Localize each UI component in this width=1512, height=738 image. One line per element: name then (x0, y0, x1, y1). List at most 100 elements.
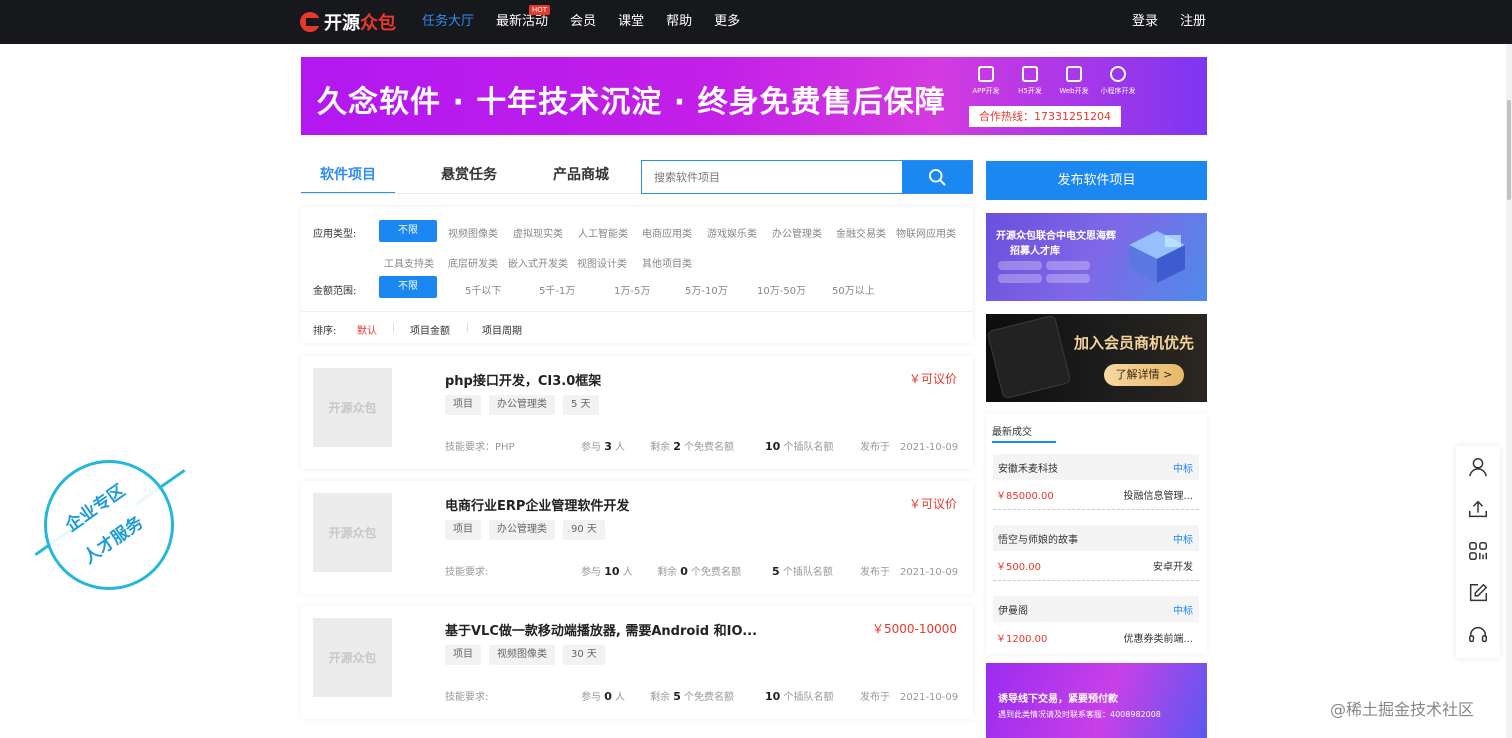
amount-option[interactable]: 5千-1万 (539, 282, 575, 297)
app-type-option[interactable]: 物联网应用类 (896, 225, 956, 240)
amount-option[interactable]: 1万-5万 (614, 282, 650, 297)
search-input[interactable] (642, 161, 902, 193)
deal-price: ￥500.00 (996, 562, 1041, 573)
amount-option[interactable]: 5千以下 (465, 282, 501, 297)
project-tag: 项目 (445, 395, 481, 415)
project-card[interactable]: 开源众包 php接口开发，CI3.0框架 ￥可议价 项目 办公管理类 5 天 技… (301, 356, 973, 469)
service-label: Web开发 (1059, 87, 1089, 95)
meta-number: 5 (772, 565, 780, 578)
upload-button[interactable] (1456, 488, 1500, 530)
amount-option[interactable]: 不限 (379, 276, 437, 298)
project-thumbnail: 开源众包 (313, 493, 392, 572)
project-tags: 项目 视频图像类 30 天 (445, 645, 613, 665)
deal-header: 伊曼阁 中标 (993, 596, 1199, 622)
app-type-option[interactable]: 其他项目类 (642, 255, 692, 270)
logo-text: 开源 (324, 13, 360, 34)
nav-item-more[interactable]: 更多 (714, 0, 740, 44)
project-participants: 参与 0 人 (581, 688, 625, 703)
nav-item-classroom[interactable]: 课堂 (618, 0, 644, 44)
sort-label: 排序: (313, 326, 337, 337)
deal-price: ￥1200.00 (996, 633, 1048, 645)
app-type-option[interactable]: 游戏娱乐类 (707, 225, 757, 240)
hot-badge: HOT (528, 5, 551, 15)
meta-text: 参与 (581, 567, 601, 578)
app-type-option[interactable]: 电商应用类 (642, 225, 692, 240)
scrollbar-thumb[interactable] (1507, 100, 1511, 200)
qr-code-button[interactable] (1456, 530, 1500, 572)
project-title[interactable]: 基于VLC做一款移动端播放器, 需要Android 和IO... (445, 620, 757, 639)
edit-button[interactable] (1456, 572, 1500, 614)
app-type-option[interactable]: 工具支持类 (384, 255, 434, 270)
publish-project-button[interactable]: 发布软件项目 (986, 161, 1207, 200)
project-title[interactable]: php接口开发，CI3.0框架 (445, 370, 601, 389)
ad-heading: 加入会员商机优先 (1074, 334, 1195, 352)
project-skills: 技能要求: (445, 692, 489, 703)
nav-item-task-hall[interactable]: 任务大厅 (422, 0, 474, 44)
banner-headline: 久念软件 · 十年技术沉淀 · 终身免费售后保障 (317, 85, 946, 120)
meta-number: 10 (604, 565, 620, 578)
search-button[interactable] (902, 161, 972, 193)
customer-service-button[interactable] (1456, 614, 1500, 656)
app-type-option[interactable]: 金融交易类 (836, 225, 886, 240)
talent-pool-ad[interactable]: 开源众包联合中电文思海辉 招募人才库 (986, 213, 1207, 301)
sort-option-duration[interactable]: 项目周期 (482, 322, 522, 337)
amount-option[interactable]: 50万以上 (832, 282, 875, 297)
enterprise-zone-badge[interactable]: 企业专区 人才服务 (30, 446, 190, 606)
scrollbar[interactable] (1506, 44, 1512, 738)
amount-option[interactable]: 10万-50万 (757, 282, 806, 297)
site-logo[interactable]: 开源 众包 (300, 10, 396, 34)
project-tags: 项目 办公管理类 5 天 (445, 395, 607, 415)
deal-item[interactable]: 安徽禾麦科技 中标 ￥85000.00 投融信息管理... (993, 454, 1199, 510)
project-thumbnail: 开源众包 (313, 618, 392, 697)
tab-bounty-tasks[interactable]: 悬赏任务 (413, 160, 525, 194)
meta-text: 剩余 (657, 567, 677, 578)
project-tag: 30 天 (563, 645, 605, 665)
app-type-option[interactable]: 视频图像类 (448, 225, 498, 240)
service-web: Web开发 (1054, 66, 1094, 96)
deal-item[interactable]: 伊曼阁 中标 ￥1200.00 优惠券类前端... (993, 596, 1199, 652)
learn-more-button[interactable]: 了解详情 > (1104, 364, 1184, 386)
app-type-option[interactable]: 人工智能类 (578, 225, 628, 240)
deal-header: 悟空与师娘的故事 中标 (993, 525, 1199, 551)
user-icon (1469, 458, 1487, 477)
deal-description: 投融信息管理... (1123, 491, 1193, 502)
nav-item-latest-events[interactable]: 最新活动 HOT (496, 0, 551, 44)
tab-software-projects[interactable]: 软件项目 (301, 160, 395, 194)
project-card[interactable]: 开源众包 基于VLC做一款移动端播放器, 需要Android 和IO... ￥5… (301, 606, 973, 719)
amount-option[interactable]: 5万-10万 (685, 282, 728, 297)
login-link[interactable]: 登录 (1132, 0, 1158, 44)
nav-item-help[interactable]: 帮助 (666, 0, 692, 44)
app-type-option[interactable]: 不限 (379, 220, 437, 242)
tab-product-store[interactable]: 产品商城 (525, 160, 637, 194)
service-miniapp: 小程序开发 (1098, 66, 1138, 96)
meta-text: 个插队名额 (782, 567, 833, 578)
filter-panel: 应用类型: 不限 视频图像类 虚拟现实类 人工智能类 电商应用类 游戏娱乐类 办… (301, 207, 973, 343)
sort-option-default[interactable]: 默认 (357, 322, 377, 337)
project-card[interactable]: 开源众包 电商行业ERP企业管理软件开发 ￥可议价 项目 办公管理类 90 天 … (301, 481, 973, 594)
deal-item[interactable]: 悟空与师娘的故事 中标 ￥500.00 安卓开发 (993, 525, 1199, 581)
project-title[interactable]: 电商行业ERP企业管理软件开发 (445, 495, 629, 514)
miniprogram-icon (1110, 66, 1126, 82)
project-tag: 5 天 (563, 395, 599, 415)
sort-option-amount[interactable]: 项目金额 (410, 322, 450, 337)
deal-company: 安徽禾麦科技 (998, 463, 1058, 475)
meta-text: 人 (615, 692, 626, 703)
app-type-option[interactable]: 视图设计类 (577, 255, 627, 270)
app-type-option[interactable]: 嵌入式开发类 (508, 255, 568, 270)
watermark: @稀土掘金技术社区 (1330, 700, 1475, 719)
register-link[interactable]: 注册 (1180, 0, 1206, 44)
meta-number: 10 (765, 690, 781, 703)
membership-ad[interactable]: 加入会员商机优先 了解详情 > (986, 314, 1207, 402)
deal-status: 中标 (1173, 463, 1193, 475)
app-type-option[interactable]: 办公管理类 (772, 225, 822, 240)
safety-notice-ad[interactable]: 诱导线下交易，紧要预付款 遇到此类情况请及时联系客服：4008982008 (986, 663, 1207, 738)
upload-icon (1469, 500, 1487, 518)
user-center-button[interactable] (1456, 446, 1500, 488)
project-publish-date: 发布于 2021-10-09 (860, 442, 959, 453)
nav-item-membership[interactable]: 会员 (570, 0, 596, 44)
app-type-option[interactable]: 虚拟现实类 (513, 225, 563, 240)
nav-item-label: 最新活动 (496, 14, 549, 29)
app-type-option[interactable]: 底层研发类 (448, 255, 498, 270)
project-participants: 参与 3 人 (581, 438, 625, 453)
deal-footer: ￥1200.00 优惠券类前端... (993, 622, 1199, 652)
